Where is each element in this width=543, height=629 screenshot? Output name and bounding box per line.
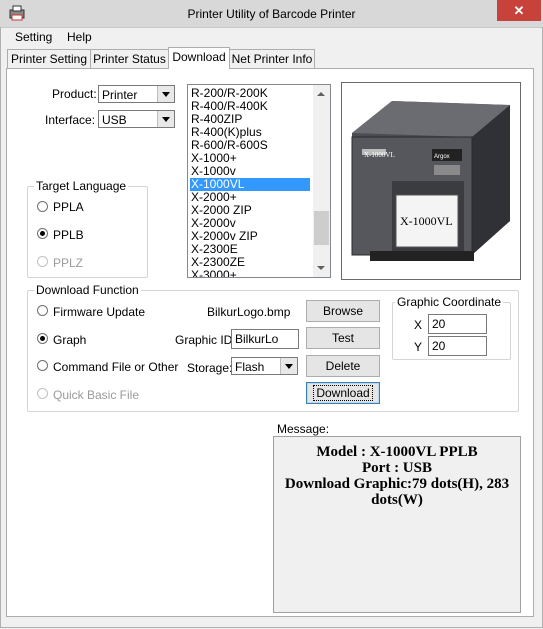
tab-net-printer-info[interactable]: Net Printer Info	[229, 49, 315, 68]
window-title: Printer Utility of Barcode Printer	[187, 7, 356, 21]
scroll-up-icon[interactable]	[313, 85, 330, 102]
browse-button[interactable]: Browse	[306, 300, 380, 322]
graphic-id-input[interactable]: BilkurLo	[231, 329, 299, 349]
paper-label: X-1000VL	[400, 214, 453, 228]
printer-model-label: X-1000VL	[364, 151, 395, 159]
storage-select[interactable]: Flash	[231, 357, 298, 375]
graph-radio[interactable]	[37, 333, 48, 344]
ppla-radio[interactable]	[37, 201, 48, 212]
x-coordinate-input[interactable]: 20	[428, 314, 487, 334]
storage-value: Flash	[235, 360, 265, 374]
scroll-down-icon[interactable]	[313, 260, 330, 277]
download-function-title: Download Function	[34, 283, 141, 297]
message-box: Model : X-1000VL PPLB Port : USB Downloa…	[273, 436, 521, 613]
delete-button[interactable]: Delete	[306, 355, 380, 377]
model-listbox[interactable]: R-200/R-200K R-400/R-400K R-400ZIP R-400…	[187, 84, 331, 278]
list-item[interactable]: X-3000+	[190, 269, 310, 278]
printer-image: X-1000VL Argox X-1000VL	[341, 82, 521, 280]
x-coordinate-label: X	[414, 318, 423, 332]
listbox-scrollbar[interactable]	[313, 85, 330, 277]
firmware-update-radio[interactable]	[37, 305, 48, 316]
product-label: Product:	[52, 87, 97, 101]
title-bar: Printer Utility of Barcode Printer ✕	[0, 0, 543, 28]
chevron-down-icon[interactable]	[280, 358, 297, 374]
chevron-down-icon[interactable]	[157, 86, 174, 102]
interface-label: Interface:	[45, 113, 96, 127]
file-name-display: BilkurLogo.bmp	[207, 305, 291, 319]
test-button[interactable]: Test	[306, 327, 380, 349]
menu-bar: Setting Help	[1, 28, 541, 48]
interface-value: USB	[102, 113, 127, 127]
brand-logo-label: Argox	[434, 154, 450, 160]
download-button-label: Download	[313, 385, 373, 401]
download-button[interactable]: Download	[306, 382, 380, 404]
chevron-down-icon[interactable]	[157, 111, 174, 127]
storage-label: Storage:	[187, 361, 233, 375]
tab-printer-status[interactable]: Printer Status	[90, 49, 169, 68]
message-line-port: Port : USB	[362, 460, 432, 476]
pplz-radio	[37, 256, 48, 267]
menu-setting[interactable]: Setting	[15, 30, 52, 44]
command-file-radio[interactable]	[37, 360, 48, 371]
menu-help[interactable]: Help	[67, 30, 92, 44]
message-label: Message:	[277, 422, 330, 436]
y-coordinate-input[interactable]: 20	[428, 336, 487, 356]
interface-select[interactable]: USB	[98, 110, 175, 128]
quick-basic-label: Quick Basic File	[53, 388, 140, 402]
y-coordinate-label: Y	[414, 340, 423, 354]
message-line-download-cont: dots(W)	[371, 492, 423, 508]
close-button[interactable]: ✕	[497, 0, 541, 21]
pplb-label: PPLB	[53, 228, 84, 242]
product-value: Printer	[102, 88, 138, 102]
tab-printer-setting[interactable]: Printer Setting	[7, 49, 91, 68]
graphic-coordinate-title: Graphic Coordinate	[395, 295, 504, 309]
printer-illustration: X-1000VL Argox X-1000VL	[351, 101, 510, 261]
product-select[interactable]: Printer	[98, 85, 175, 103]
scroll-thumb[interactable]	[314, 211, 329, 245]
message-line-model: Model : X-1000VL PPLB	[316, 444, 478, 460]
ppla-label: PPLA	[53, 200, 84, 214]
target-language-title: Target Language	[34, 179, 129, 193]
graph-label: Graph	[53, 333, 87, 347]
pplz-label: PPLZ	[53, 256, 84, 270]
firmware-update-label: Firmware Update	[53, 305, 146, 319]
graphic-id-label: Graphic ID:	[175, 333, 236, 347]
command-file-label: Command File or Other	[53, 360, 179, 374]
tab-download[interactable]: Download	[168, 47, 230, 69]
pplb-radio[interactable]	[37, 228, 48, 239]
quick-basic-radio	[37, 388, 48, 399]
message-line-download: Download Graphic:79 dots(H), 283	[284, 476, 510, 492]
